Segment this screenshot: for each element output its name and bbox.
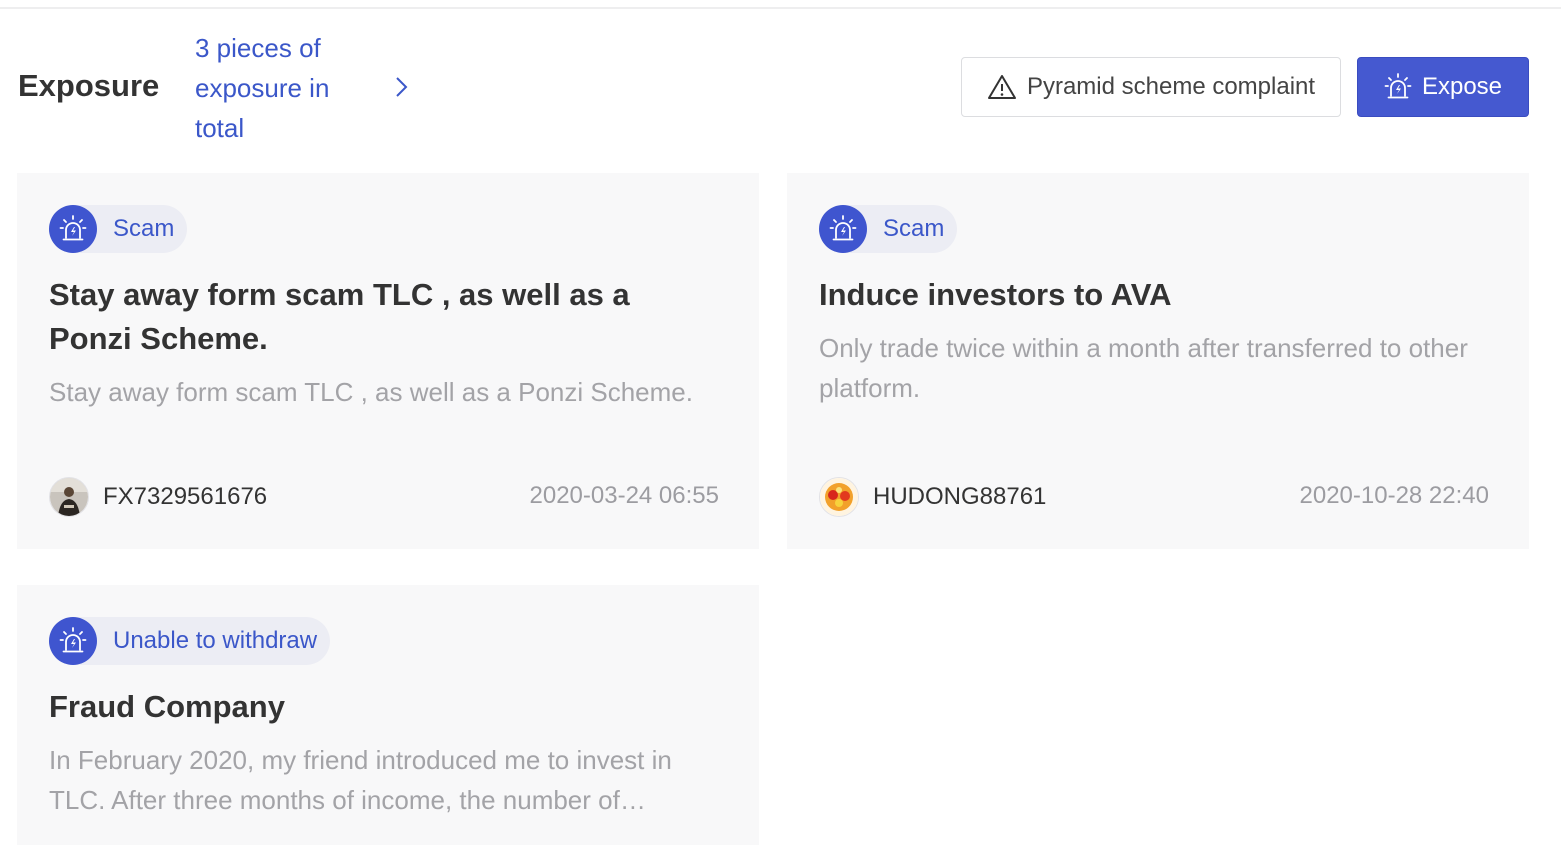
exposure-header: Exposure 3 pieces of exposure in total P… — [18, 28, 1529, 146]
warning-triangle-icon — [987, 75, 1016, 99]
post-date: 2020-03-24 06:55 — [529, 482, 720, 509]
card-description: Stay away form scam TLC , as well as a P… — [49, 377, 693, 407]
avatar — [49, 477, 89, 517]
expose-button[interactable]: Expose — [1357, 57, 1529, 117]
card-description: Only trade twice within a month after tr… — [819, 333, 1468, 403]
category-tag-label: Scam — [113, 215, 175, 242]
exposure-card[interactable]: Unable to withdraw Fraud Company In Febr… — [17, 585, 759, 845]
page-title: Exposure — [18, 68, 160, 103]
pyramid-complaint-button[interactable]: Pyramid scheme complaint — [961, 57, 1341, 117]
category-tag: Unable to withdraw — [49, 617, 331, 665]
card-description: In February 2020, my friend introduced m… — [49, 745, 672, 815]
exposure-total-link[interactable]: 3 pieces of exposure in total — [195, 28, 375, 148]
card-title: Stay away form scam TLC , as well as a P… — [49, 277, 630, 356]
category-tag: Scam — [49, 205, 188, 253]
expose-label: Expose — [1421, 73, 1503, 100]
top-divider — [0, 7, 1561, 9]
category-tag-label: Scam — [883, 215, 945, 242]
card-author[interactable]: FX7329561676 — [49, 477, 267, 517]
category-tag-label: Unable to withdraw — [113, 627, 318, 654]
alarm-siren-icon — [49, 205, 97, 253]
alarm-siren-icon — [1384, 73, 1412, 99]
alarm-siren-icon — [49, 617, 97, 665]
category-tag: Scam — [819, 205, 958, 253]
card-title: Fraud Company — [49, 689, 285, 724]
post-date: 2020-10-28 22:40 — [1299, 482, 1490, 509]
exposure-card[interactable]: Scam Stay away form scam TLC , as well a… — [17, 173, 759, 549]
alarm-siren-icon — [819, 205, 867, 253]
exposure-card[interactable]: Scam Induce investors to AVA Only trade … — [787, 173, 1529, 549]
avatar — [819, 477, 859, 517]
card-title: Induce investors to AVA — [819, 277, 1172, 312]
author-name: HUDONG88761 — [873, 483, 1047, 510]
chevron-right-icon[interactable] — [391, 73, 413, 101]
card-author[interactable]: HUDONG88761 — [819, 477, 1046, 517]
author-name: FX7329561676 — [103, 483, 268, 510]
complaint-label: Pyramid scheme complaint — [1026, 73, 1316, 100]
